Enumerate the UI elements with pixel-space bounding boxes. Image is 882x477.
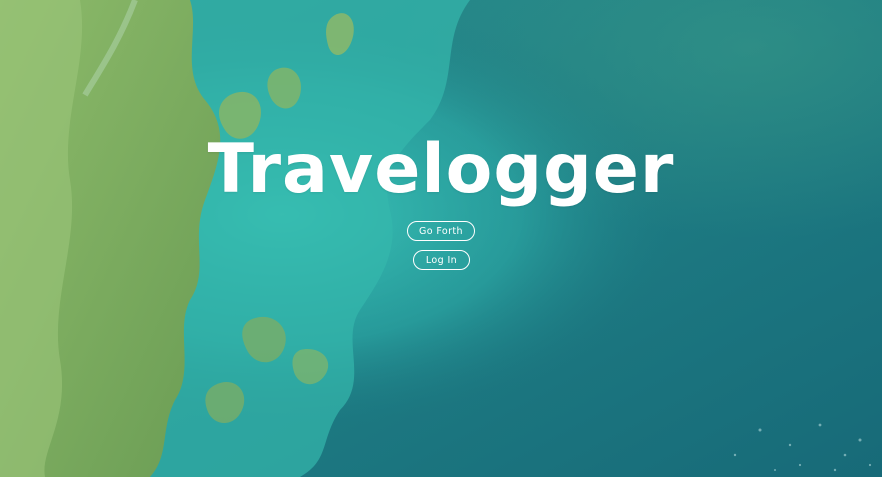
hero-section: Travelogger Go Forth Log In: [0, 0, 882, 477]
log-in-button[interactable]: Log In: [413, 250, 470, 270]
app-title: Travelogger: [207, 130, 675, 209]
hero-content: Travelogger Go Forth Log In: [0, 0, 882, 477]
go-forth-button[interactable]: Go Forth: [407, 221, 475, 241]
